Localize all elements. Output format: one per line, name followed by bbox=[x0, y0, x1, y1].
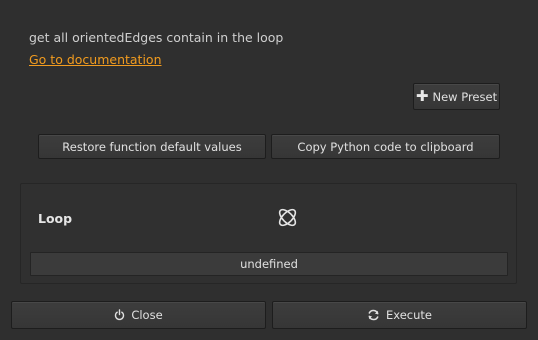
execute-label: Execute bbox=[386, 308, 432, 322]
refresh-icon bbox=[367, 309, 380, 321]
copy-python-button[interactable]: Copy Python code to clipboard bbox=[271, 134, 500, 159]
restore-defaults-button[interactable]: Restore function default values bbox=[38, 134, 266, 159]
loop-node-icon bbox=[275, 205, 300, 230]
loop-value-selector[interactable]: undefined bbox=[30, 252, 508, 276]
function-description: get all orientedEdges contain in the loo… bbox=[29, 30, 284, 45]
restore-defaults-label: Restore function default values bbox=[62, 139, 242, 154]
copy-python-label: Copy Python code to clipboard bbox=[297, 139, 474, 154]
documentation-link[interactable]: Go to documentation bbox=[29, 52, 162, 67]
new-preset-label: New Preset bbox=[432, 89, 498, 104]
close-label: Close bbox=[131, 308, 163, 322]
power-icon bbox=[114, 309, 125, 321]
parameter-label: Loop bbox=[38, 211, 73, 226]
loop-value-label: undefined bbox=[240, 257, 298, 271]
new-preset-button[interactable]: ✚ New Preset bbox=[413, 83, 500, 110]
plus-icon: ✚ bbox=[415, 87, 429, 105]
close-button[interactable]: Close bbox=[11, 301, 266, 329]
execute-button[interactable]: Execute bbox=[272, 301, 527, 329]
